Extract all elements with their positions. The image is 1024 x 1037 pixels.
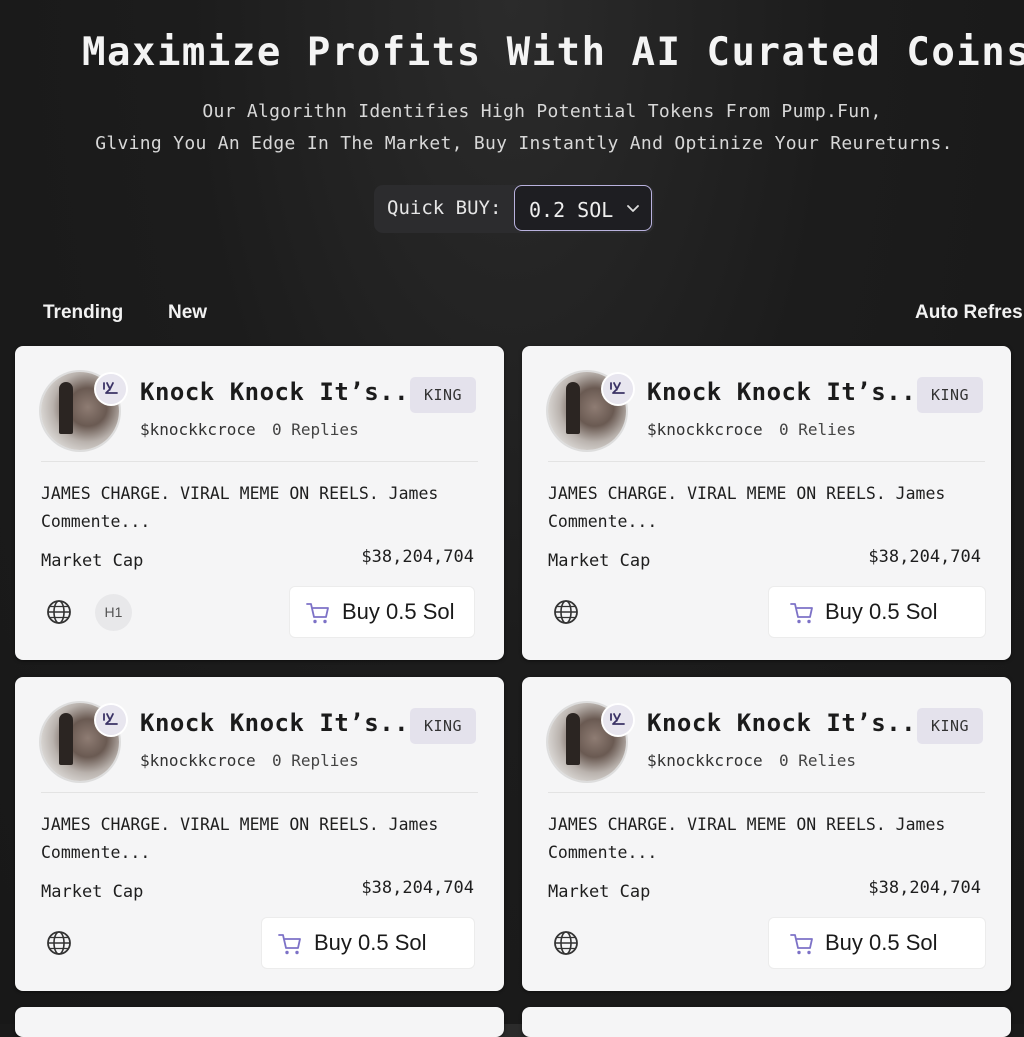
cart-icon [790,934,813,955]
buy-button[interactable]: Buy 0.5 Sol [289,586,475,638]
quick-buy-bar: Quick BUY: 0.2 SOL [374,185,654,233]
card-divider [41,461,478,462]
market-cap-label: Market Cap [548,882,651,902]
market-cap-value: $38,204,704 [868,547,981,567]
token-card[interactable]: Knock Knock It’s... $knockkcroce 0 Relie… [522,677,1011,991]
swap-icon [603,705,633,735]
market-cap-value: $38,204,704 [361,547,474,567]
market-cap-value: $38,204,704 [868,878,981,898]
market-cap-value: $38,204,704 [361,878,474,898]
swap-icon [603,374,633,404]
token-name[interactable]: Knock Knock It’s... [140,709,424,737]
globe-icon[interactable] [552,929,580,957]
quick-buy-selected-value: 0.2 SOL [529,198,614,222]
quick-buy-amount-select[interactable]: 0.2 SOL [514,185,652,231]
token-ticker: $knockkcroce [140,420,256,439]
buy-button-label: Buy 0.5 Sol [825,599,938,624]
king-badge: KING [410,377,476,413]
replies-count: 0 Relies [779,751,857,770]
king-badge: KING [410,708,476,744]
hero-subtitle-line1: Our Algorithn Identifies High Potential … [202,101,882,122]
token-card-partial[interactable] [522,1007,1011,1037]
token-card[interactable]: Knock Knock It’s... $knockkcroce 0 Relie… [522,346,1011,660]
quick-buy-label: Quick BUY: [387,197,502,219]
globe-icon[interactable] [552,598,580,626]
token-avatar [548,703,633,781]
token-name[interactable]: Knock Knock It’s... [647,709,931,737]
globe-icon[interactable] [45,598,73,626]
token-card-partial[interactable] [15,1007,504,1037]
replies-count: 0 Replies [272,420,359,439]
chevron-down-icon [627,205,639,212]
token-description: JAMES CHARGE. VIRAL MEME ON REELS. James… [41,815,439,862]
card-divider [548,792,985,793]
token-description: JAMES CHARGE. VIRAL MEME ON REELS. James… [548,484,946,531]
swap-icon [96,374,126,404]
card-divider [548,461,985,462]
market-cap-label: Market Cap [548,551,651,571]
token-card[interactable]: Knock Knock It’s... $knockkcroce 0 Repli… [15,346,504,660]
globe-icon[interactable] [45,929,73,957]
hero-subtitle-line2: Glving You An Edge In The Market, Buy In… [95,133,953,154]
token-avatar [41,372,126,450]
token-avatar [548,372,633,450]
market-cap-label: Market Cap [41,882,144,902]
buy-button[interactable]: Buy 0.5 Sol [768,917,986,969]
token-ticker: $knockkcroce [140,751,256,770]
buy-button-label: Buy 0.5 Sol [825,930,938,955]
auto-refresh-toggle[interactable]: Auto Refres [915,302,1023,324]
buy-button[interactable]: Buy 0.5 Sol [261,917,475,969]
king-badge: KING [917,708,983,744]
token-description: JAMES CHARGE. VIRAL MEME ON REELS. James… [548,815,946,862]
h1-icon[interactable]: H1 [95,594,132,631]
token-name[interactable]: Knock Knock It’s... [647,378,931,406]
cart-icon [278,934,301,955]
tab-trending[interactable]: Trending [43,302,123,324]
token-description: JAMES CHARGE. VIRAL MEME ON REELS. James… [41,484,439,531]
token-ticker: $knockkcroce [647,420,763,439]
cart-icon [306,603,329,624]
swap-icon [96,705,126,735]
king-badge: KING [917,377,983,413]
buy-button[interactable]: Buy 0.5 Sol [768,586,986,638]
token-ticker: $knockkcroce [647,751,763,770]
hero-title: Maximize Profits With AI Curated Coins [82,30,1024,75]
replies-count: 0 Replies [272,751,359,770]
token-card[interactable]: Knock Knock It’s... $knockkcroce 0 Repli… [15,677,504,991]
buy-button-label: Buy 0.5 Sol [314,930,427,955]
token-name[interactable]: Knock Knock It’s... [140,378,424,406]
cart-icon [790,603,813,624]
token-avatar [41,703,126,781]
card-divider [41,792,478,793]
replies-count: 0 Relies [779,420,857,439]
tab-new[interactable]: New [168,302,207,324]
buy-button-label: Buy 0.5 Sol [342,599,455,624]
market-cap-label: Market Cap [41,551,144,571]
